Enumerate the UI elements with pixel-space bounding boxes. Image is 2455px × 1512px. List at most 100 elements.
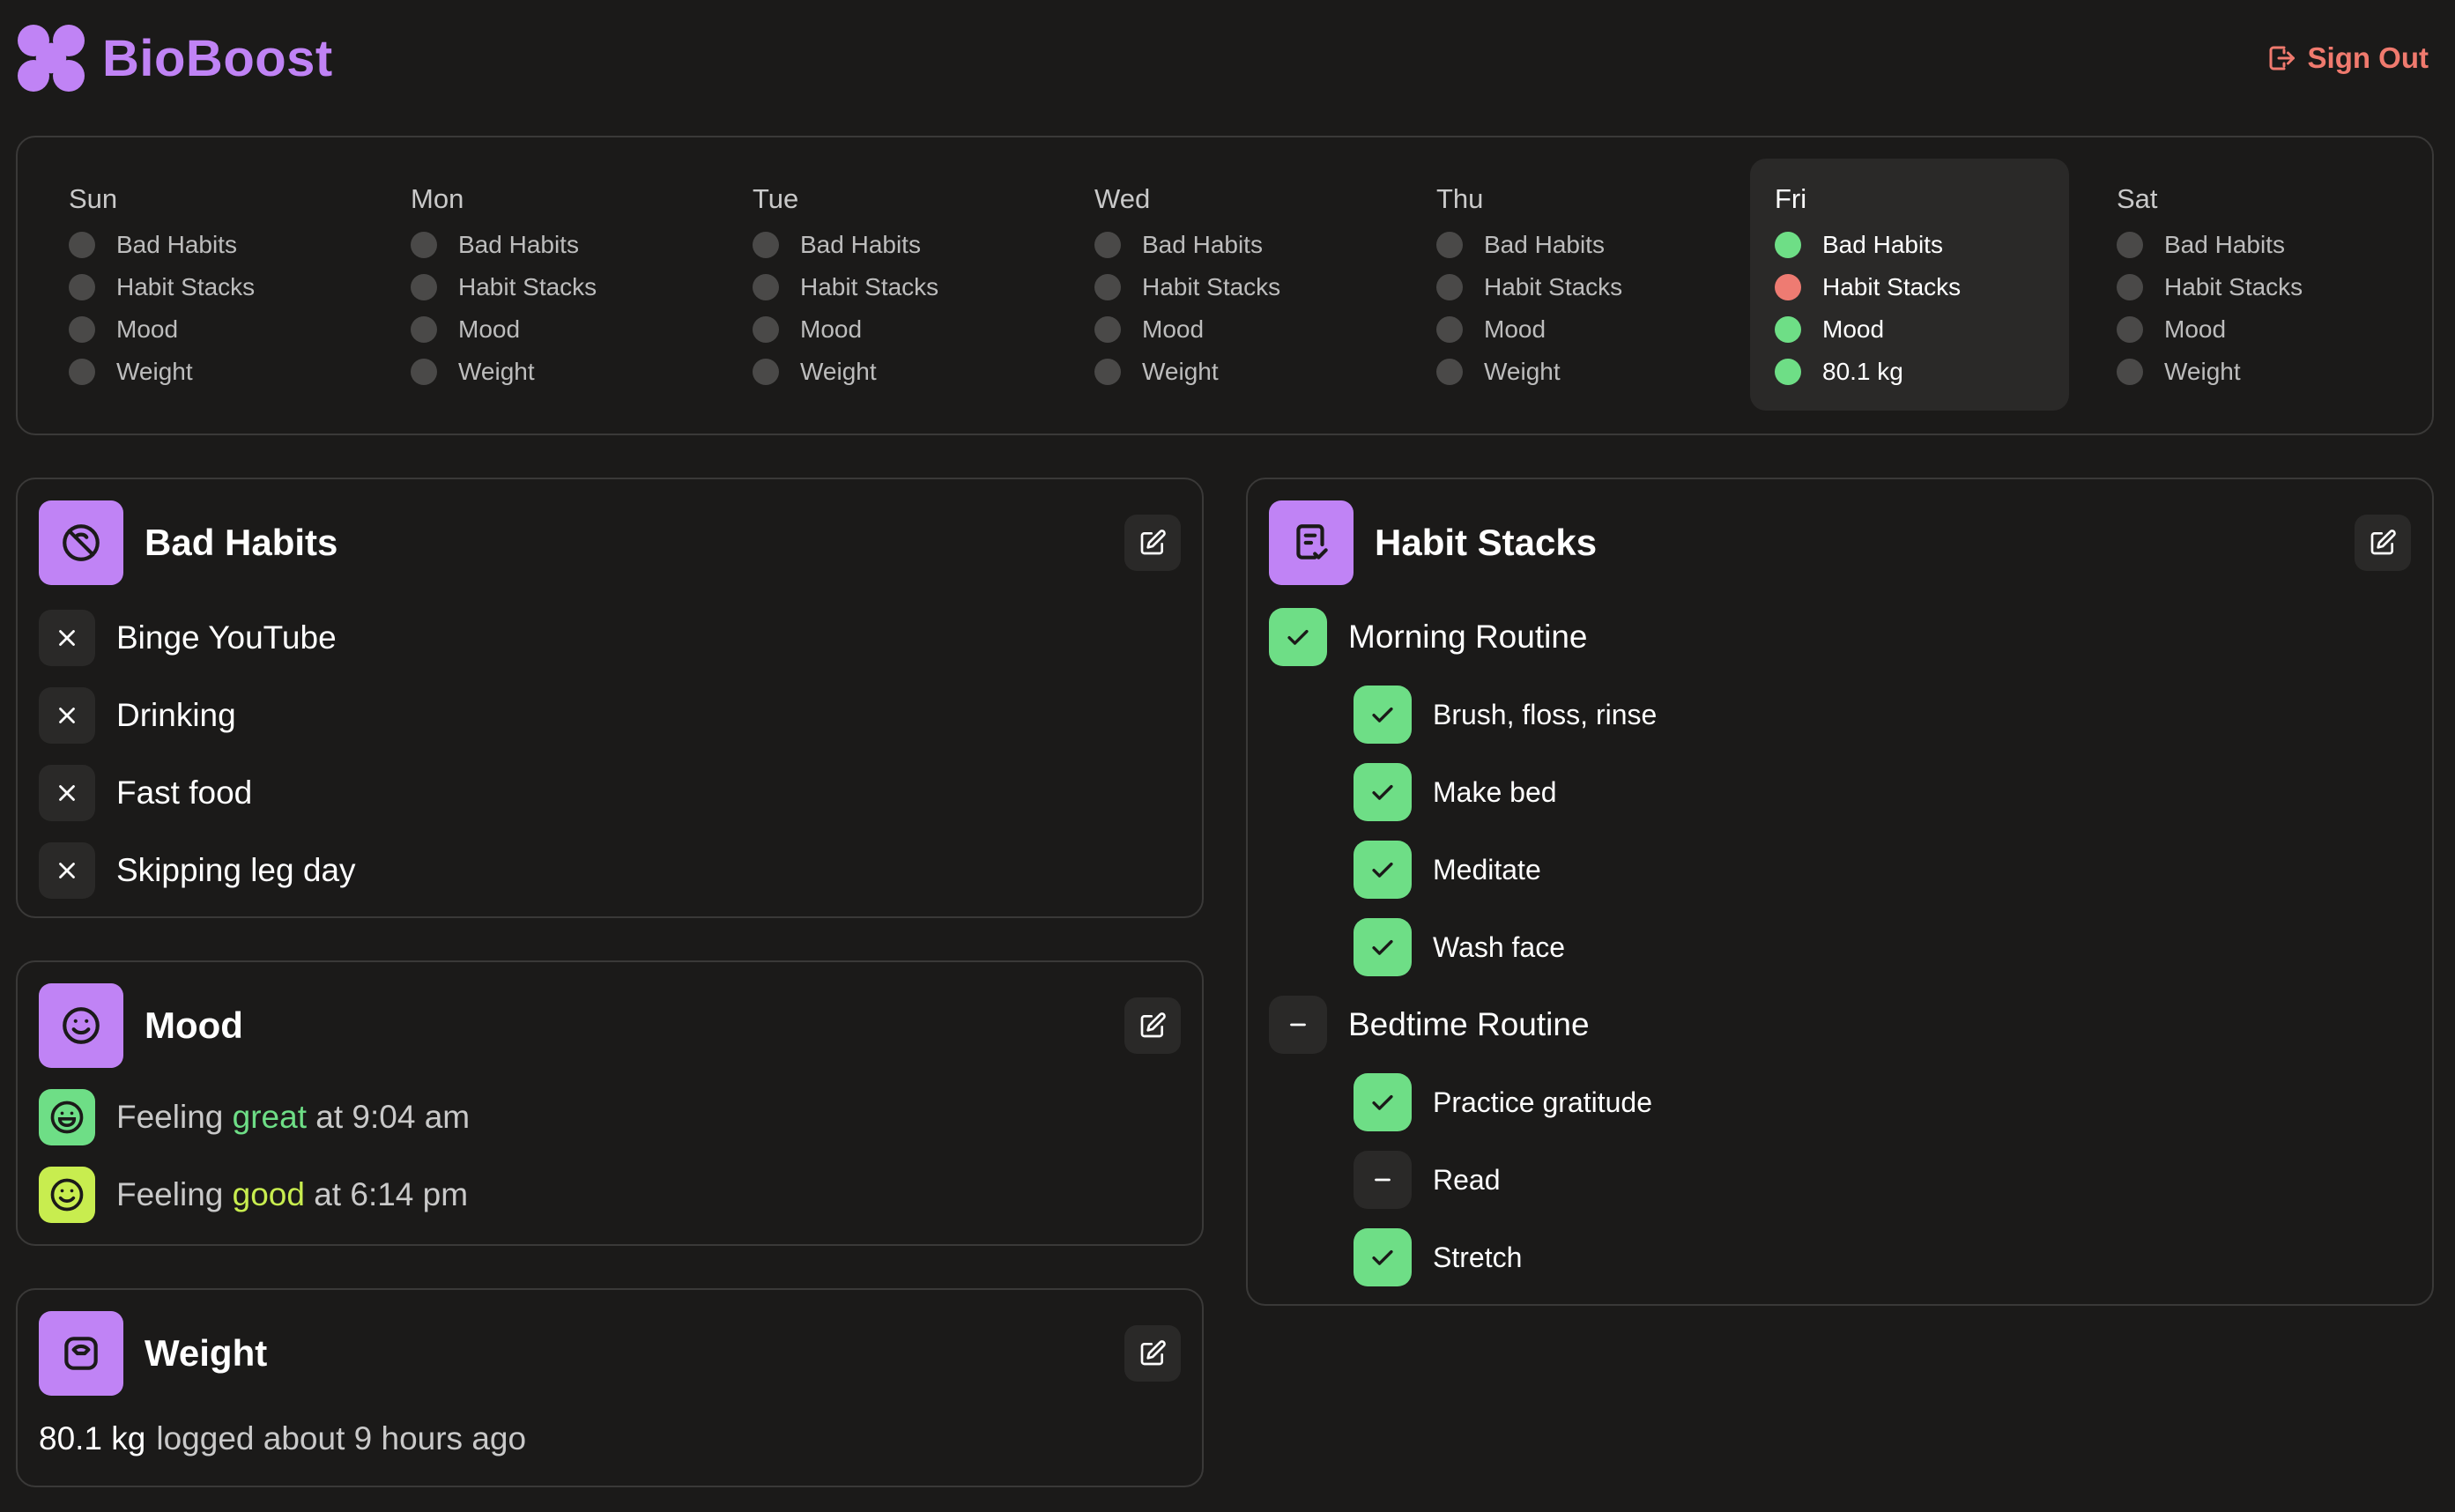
x-icon[interactable]: [39, 765, 95, 821]
sign-out-button[interactable]: Sign Out: [2266, 41, 2429, 75]
status-dot: [69, 232, 95, 258]
day-item: Bad Habits: [1775, 224, 2069, 266]
week-overview: Sun Bad Habits Habit Stacks Mood Weight …: [16, 136, 2434, 435]
edit-weight-button[interactable]: [1124, 1325, 1181, 1382]
bad-habit-item[interactable]: Drinking: [39, 687, 236, 744]
day-item: Mood: [2117, 308, 2411, 351]
status-dot: [1436, 316, 1463, 343]
bad-habit-item[interactable]: Fast food: [39, 765, 252, 821]
status-dot: [1094, 316, 1121, 343]
status-dot: [411, 316, 437, 343]
status-dot: [69, 359, 95, 385]
mood-card: Mood Feeling great at 9:04 am Feeling go…: [16, 960, 1204, 1246]
bad-habit-item[interactable]: Binge YouTube: [39, 610, 337, 666]
x-icon[interactable]: [39, 610, 95, 666]
edit-icon: [2370, 530, 2396, 555]
status-dot: [411, 274, 437, 300]
status-dot: [69, 274, 95, 300]
status-dot: [1094, 359, 1121, 385]
day-name: Thu: [1436, 183, 1484, 214]
day-item: 80.1 kg: [1775, 351, 2069, 393]
status-dot: [2117, 316, 2143, 343]
app-name: BioBoost: [102, 29, 333, 87]
day-item: Bad Habits: [1094, 224, 1389, 266]
day-item: Habit Stacks: [1436, 266, 1731, 308]
day-wed[interactable]: Wed Bad Habits Habit Stacks Mood Weight: [1070, 159, 1389, 411]
status-dot: [1094, 232, 1121, 258]
day-thu[interactable]: Thu Bad Habits Habit Stacks Mood Weight: [1412, 159, 1731, 411]
card-header: Habit Stacks: [1269, 500, 2411, 585]
edit-icon: [1140, 1012, 1166, 1038]
check-icon[interactable]: [1354, 763, 1412, 821]
day-item: Mood: [69, 308, 363, 351]
day-item: Habit Stacks: [2117, 266, 2411, 308]
card-title: Bad Habits: [145, 522, 338, 563]
card-header: Weight: [39, 1311, 1181, 1396]
status-dot: [411, 359, 437, 385]
logo-icon: [16, 23, 86, 93]
x-icon[interactable]: [39, 842, 95, 899]
status-dot: [2117, 274, 2143, 300]
day-fri[interactable]: Fri Bad Habits Habit Stacks Mood 80.1 kg: [1750, 159, 2069, 411]
x-icon[interactable]: [39, 687, 95, 744]
check-icon[interactable]: [1354, 1228, 1412, 1286]
check-icon[interactable]: [1354, 1073, 1412, 1131]
stack-item[interactable]: Practice gratitude: [1354, 1073, 1652, 1131]
clipboard-check-icon: [1269, 500, 1354, 585]
edit-mood-button[interactable]: [1124, 997, 1181, 1054]
stack-morning-routine[interactable]: Morning Routine: [1269, 608, 1587, 666]
stack-item[interactable]: Stretch: [1354, 1228, 1522, 1286]
status-dot: [1436, 359, 1463, 385]
status-dot: [1436, 232, 1463, 258]
dashboard: BioBoost Sign Out Sun Bad Habits Habit S…: [0, 0, 2455, 1512]
stack-item[interactable]: Brush, floss, rinse: [1354, 686, 1657, 744]
day-mon[interactable]: Mon Bad Habits Habit Stacks Mood Weight: [386, 159, 705, 411]
day-name: Tue: [753, 183, 799, 214]
day-item: Habit Stacks: [411, 266, 705, 308]
minus-icon[interactable]: [1354, 1151, 1412, 1209]
check-icon[interactable]: [1269, 608, 1327, 666]
card-header: Mood: [39, 983, 1181, 1068]
day-name: Sun: [69, 183, 118, 214]
edit-habit-stacks-button[interactable]: [2355, 515, 2411, 571]
stack-item[interactable]: Read: [1354, 1151, 1501, 1209]
stack-item[interactable]: Make bed: [1354, 763, 1557, 821]
day-item: Bad Habits: [2117, 224, 2411, 266]
grin-icon: [39, 1089, 95, 1145]
weight-card: Weight 80.1 kg logged about 9 hours ago: [16, 1288, 1204, 1487]
minus-icon[interactable]: [1269, 996, 1327, 1054]
day-name: Mon: [411, 183, 464, 214]
stack-item[interactable]: Wash face: [1354, 918, 1565, 976]
sign-out-icon: [2269, 46, 2295, 70]
check-icon[interactable]: [1354, 686, 1412, 744]
status-dot: [753, 232, 779, 258]
status-dot: [1436, 274, 1463, 300]
stack-bedtime-routine[interactable]: Bedtime Routine: [1269, 996, 1590, 1054]
day-sun[interactable]: Sun Bad Habits Habit Stacks Mood Weight: [44, 159, 363, 411]
day-item: Bad Habits: [69, 224, 363, 266]
status-dot: [1094, 274, 1121, 300]
day-sat[interactable]: Sat Bad Habits Habit Stacks Mood Weight: [2092, 159, 2411, 411]
day-item: Mood: [1775, 308, 2069, 351]
bad-habit-item[interactable]: Skipping leg day: [39, 842, 356, 899]
status-dot: [69, 316, 95, 343]
day-item: Weight: [1094, 351, 1389, 393]
edit-bad-habits-button[interactable]: [1124, 515, 1181, 571]
sign-out-label: Sign Out: [2307, 41, 2429, 74]
logo[interactable]: BioBoost: [16, 23, 333, 93]
check-icon[interactable]: [1354, 841, 1412, 899]
smile-icon: [39, 1167, 95, 1223]
weight-note: logged about 9 hours ago: [156, 1420, 527, 1456]
bad-habits-card: Bad Habits Binge YouTube Drinking Fast f…: [16, 478, 1204, 918]
stack-item[interactable]: Meditate: [1354, 841, 1541, 899]
day-item: Habit Stacks: [1775, 266, 2069, 308]
card-title: Habit Stacks: [1375, 522, 1598, 563]
status-dot: [1775, 274, 1801, 300]
mood-entry: Feeling great at 9:04 am: [39, 1089, 470, 1145]
day-tue[interactable]: Tue Bad Habits Habit Stacks Mood Weight: [728, 159, 1047, 411]
check-icon[interactable]: [1354, 918, 1412, 976]
status-dot: [1775, 316, 1801, 343]
day-item: Bad Habits: [1436, 224, 1731, 266]
status-dot: [753, 274, 779, 300]
day-item: Bad Habits: [411, 224, 705, 266]
